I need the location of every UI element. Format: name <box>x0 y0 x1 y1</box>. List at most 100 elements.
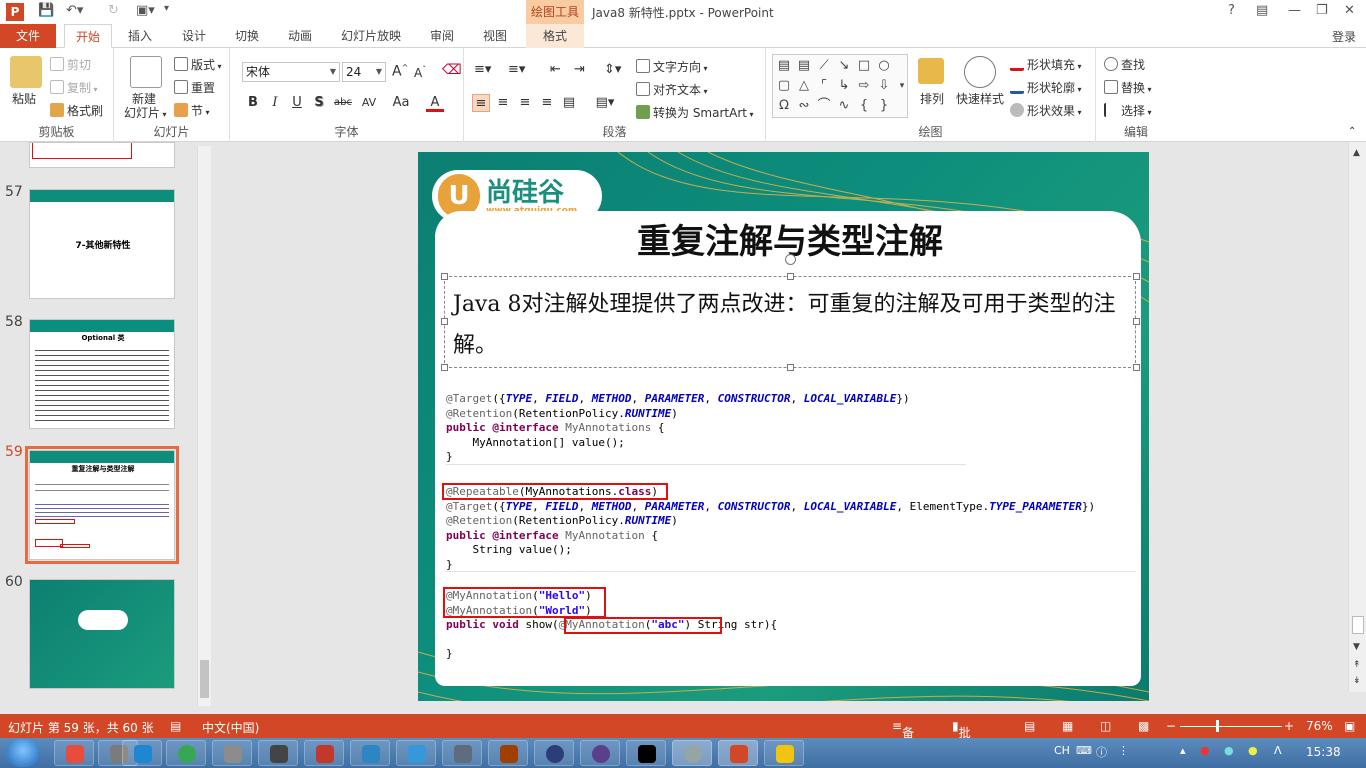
curve-shape-icon[interactable]: ∾ <box>795 97 813 115</box>
taskbar-app-cmd[interactable] <box>626 740 666 766</box>
shrink-font-button[interactable]: Aˇ <box>414 65 426 80</box>
taskbar-app[interactable] <box>396 740 436 766</box>
select-button[interactable]: 选择 ▾ <box>1104 102 1152 119</box>
slide-thumbnail-57[interactable]: 7-其他新特性 <box>29 189 175 299</box>
rotate-handle-icon[interactable] <box>785 254 796 265</box>
ribbon-display-options-icon[interactable]: ▤ <box>1256 3 1268 18</box>
save-icon[interactable]: 💾 <box>38 3 54 18</box>
scroll-down-icon[interactable]: ▼ <box>1353 642 1360 652</box>
arrow-line-shape-icon[interactable]: ↘ <box>835 57 853 75</box>
numbering-icon[interactable]: ≡▾ <box>508 62 525 77</box>
scroll-up-icon[interactable]: ▲ <box>1353 148 1360 158</box>
character-spacing-button[interactable]: AV <box>356 94 382 112</box>
down-arrow-shape-icon[interactable]: ⇩ <box>875 77 893 95</box>
taskbar-app-chrome[interactable] <box>166 740 206 766</box>
shape-outline-button[interactable]: 形状轮廓 ▾ <box>1010 79 1082 96</box>
distributed-icon[interactable]: ▤ <box>560 94 578 112</box>
tab-review[interactable]: 审阅 <box>420 24 464 48</box>
taskbar-app[interactable] <box>442 740 482 766</box>
shape-fill-button[interactable]: 形状填充 ▾ <box>1010 56 1082 73</box>
elbow-arrow-shape-icon[interactable]: ↳ <box>835 77 853 95</box>
italic-button[interactable]: I <box>266 94 284 112</box>
bullets-icon[interactable]: ≡▾ <box>474 62 491 77</box>
taskbar-app[interactable] <box>350 740 390 766</box>
keyboard-icon[interactable]: ⌨ <box>1076 744 1092 757</box>
shapes-gallery[interactable]: ▤ ▤ ⟋ ↘ □ ○ ▢ △ ⌜ ↳ ⇨ ⇩ Ω ∾ ⌒ ∿ { } ▾ <box>772 54 908 118</box>
tab-file[interactable]: 文件 <box>0 24 56 48</box>
align-right-icon[interactable]: ≡ <box>516 94 534 112</box>
tray-app-icon[interactable]: ● <box>1224 744 1234 757</box>
input-language[interactable]: CH <box>1054 744 1070 757</box>
slide-thumbnail-56[interactable] <box>29 142 175 168</box>
notes-button[interactable]: ≡ 备注 <box>892 719 914 757</box>
taskbar-app[interactable] <box>304 740 344 766</box>
quick-styles-icon[interactable] <box>964 56 996 88</box>
start-button-icon[interactable] <box>6 739 40 767</box>
justify-icon[interactable]: ≡ <box>538 94 556 112</box>
tab-home[interactable]: 开始 <box>64 24 112 48</box>
body-text[interactable]: Java 8对注解处理提供了两点改进：可重复的注解及可用于类型的注解。 <box>453 284 1133 366</box>
taskbar-app[interactable] <box>488 740 528 766</box>
align-center-icon[interactable]: ≡ <box>494 94 512 112</box>
taskbar-app[interactable] <box>258 740 298 766</box>
tab-transitions[interactable]: 切换 <box>225 24 269 48</box>
slide-thumbnail-58[interactable]: Optional 类 <box>29 319 175 429</box>
start-from-beginning-icon[interactable]: ▣▾ <box>136 3 155 18</box>
language-indicator[interactable]: 中文(中国) <box>202 719 259 736</box>
convert-smartart-button[interactable]: 转换为 SmartArt ▾ <box>636 104 754 121</box>
redo-icon[interactable]: ↻ <box>108 3 119 18</box>
paste-icon[interactable] <box>10 56 42 88</box>
line-shape-icon[interactable]: ⟋ <box>815 57 833 75</box>
cut-button[interactable]: 剪切 <box>50 56 91 73</box>
copy-button[interactable]: 复制 ▾ <box>50 79 98 96</box>
taskbar-app[interactable] <box>212 740 252 766</box>
new-slide-icon[interactable] <box>130 56 162 88</box>
taskbar-app-eclipse-2[interactable] <box>580 740 620 766</box>
font-size-combo[interactable]: 24 ▼ <box>342 62 386 82</box>
resize-handle[interactable] <box>441 318 448 325</box>
line-spacing-icon[interactable]: ⇕▾ <box>604 62 621 77</box>
vertical-scrollbar[interactable]: ▲ ▼ ↟ ↡ <box>1348 142 1366 692</box>
grow-font-button[interactable]: A^ <box>392 63 408 80</box>
close-button[interactable]: ✕ <box>1344 3 1355 18</box>
tab-view[interactable]: 视图 <box>473 24 517 48</box>
elbow-connector-shape-icon[interactable]: ⌜ <box>815 77 833 95</box>
taskbar-app[interactable] <box>54 740 94 766</box>
text-direction-button[interactable]: 文字方向 ▾ <box>636 58 708 75</box>
bluetooth-icon[interactable]: ᐱ <box>1274 744 1282 757</box>
left-brace-shape-icon[interactable]: { <box>855 97 873 115</box>
arrange-icon[interactable] <box>918 58 944 84</box>
format-painter-button[interactable]: 格式刷 <box>50 102 103 119</box>
help-tray-icon[interactable]: ⓘ <box>1096 744 1107 760</box>
show-hidden-icons[interactable]: ▴ <box>1180 744 1186 757</box>
tab-insert[interactable]: 插入 <box>118 24 162 48</box>
resize-handle[interactable] <box>1133 364 1140 371</box>
change-case-button[interactable]: Aa <box>388 94 414 112</box>
columns-icon[interactable]: ▤▾ <box>592 94 618 112</box>
tab-animations[interactable]: 动画 <box>278 24 322 48</box>
spell-check-icon[interactable]: ▤ <box>170 719 181 733</box>
oval-shape-icon[interactable]: ○ <box>875 57 893 75</box>
zoom-slider[interactable] <box>1180 726 1282 727</box>
arc-shape-icon[interactable]: ⌒ <box>815 97 833 115</box>
undo-icon[interactable]: ↶▾ <box>66 3 83 18</box>
tab-design[interactable]: 设计 <box>172 24 216 48</box>
bold-button[interactable]: B <box>244 94 262 112</box>
tray-app-icon[interactable]: ● <box>1248 744 1258 757</box>
resize-handle[interactable] <box>1133 273 1140 280</box>
help-button[interactable]: ? <box>1228 3 1235 18</box>
next-slide-icon[interactable]: ↡ <box>1353 676 1361 686</box>
minimize-button[interactable]: — <box>1288 3 1301 18</box>
vertical-textbox-shape-icon[interactable]: ▤ <box>795 57 813 75</box>
slideshow-view-icon[interactable]: ▩ <box>1138 719 1149 733</box>
strikethrough-button[interactable]: abc <box>332 94 354 112</box>
resize-handle[interactable] <box>787 273 794 280</box>
scribble-shape-icon[interactable]: ∿ <box>835 97 853 115</box>
tab-slideshow[interactable]: 幻灯片放映 <box>334 24 408 48</box>
slide-thumbnail-60[interactable] <box>29 579 175 689</box>
powerpoint-app-icon[interactable]: P <box>6 3 24 21</box>
fit-to-window-icon[interactable]: ▣ <box>1344 719 1355 733</box>
previous-slide-icon[interactable]: ↟ <box>1353 660 1361 670</box>
font-color-button[interactable]: A <box>426 94 444 112</box>
collapse-ribbon-icon[interactable]: ⌃ <box>1348 126 1356 137</box>
